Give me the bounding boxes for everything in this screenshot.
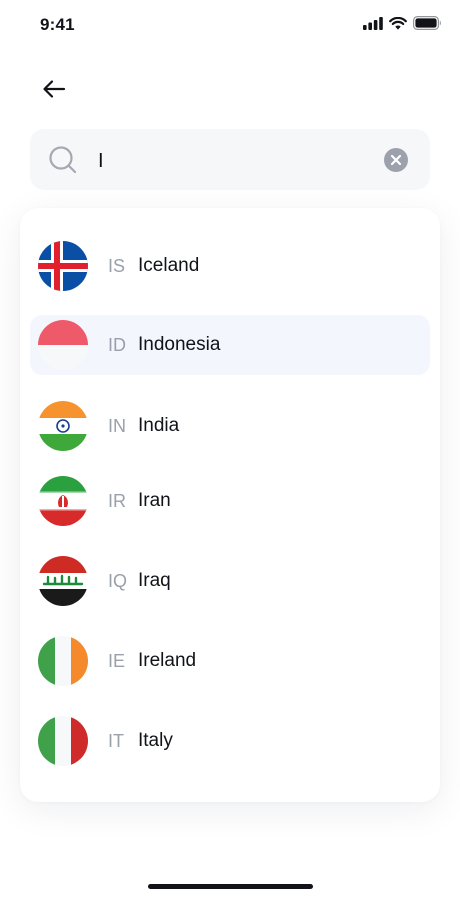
- country-name: Indonesia: [138, 334, 221, 355]
- country-row-iraq[interactable]: IQ Iraq: [30, 551, 430, 611]
- country-name: Ireland: [138, 650, 197, 671]
- status-bar: 9:41: [0, 0, 460, 52]
- search-box[interactable]: [30, 129, 430, 190]
- back-button[interactable]: [36, 72, 72, 106]
- status-time: 9:41: [40, 15, 75, 34]
- country-row-italy[interactable]: IT Italy: [30, 711, 430, 771]
- country-code: IN: [108, 415, 126, 436]
- country-code: IQ: [108, 570, 128, 591]
- country-name: Iraq: [138, 570, 171, 591]
- country-code: IE: [108, 650, 126, 671]
- country-code: IT: [108, 730, 124, 751]
- country-row-ireland[interactable]: IE Ireland: [30, 631, 430, 691]
- wifi-icon: [389, 16, 407, 30]
- ireland-flag-icon: [38, 636, 88, 686]
- country-name: Iran: [138, 490, 171, 511]
- country-row-iran[interactable]: IR Iran: [30, 471, 430, 531]
- india-flag-icon: [38, 401, 88, 451]
- arrow-left-icon: [43, 80, 66, 98]
- country-row-iceland[interactable]: IS Iceland: [30, 236, 430, 296]
- country-list: IS Iceland ID Indonesia IN India IR Iran…: [20, 208, 440, 802]
- cellular-signal-icon: [363, 16, 383, 30]
- clear-search-button[interactable]: [384, 148, 408, 172]
- iceland-flag-icon: [38, 241, 88, 291]
- iran-flag-icon: [38, 476, 88, 526]
- country-name: Italy: [138, 730, 173, 751]
- indonesia-flag-icon: [38, 320, 88, 370]
- country-code: IR: [108, 490, 126, 511]
- search-input[interactable]: [96, 143, 380, 179]
- iraq-flag-icon: [38, 556, 88, 606]
- country-row-indonesia[interactable]: ID Indonesia: [30, 315, 430, 375]
- home-indicator[interactable]: [148, 884, 313, 889]
- italy-flag-icon: [38, 716, 88, 766]
- country-name: Iceland: [138, 255, 200, 276]
- search-icon: [49, 146, 77, 174]
- country-name: India: [138, 415, 180, 436]
- status-icons: [363, 16, 442, 30]
- country-row-india[interactable]: IN India: [30, 396, 430, 456]
- battery-icon: [413, 16, 441, 30]
- country-code: IS: [108, 255, 126, 276]
- country-code: ID: [108, 334, 126, 355]
